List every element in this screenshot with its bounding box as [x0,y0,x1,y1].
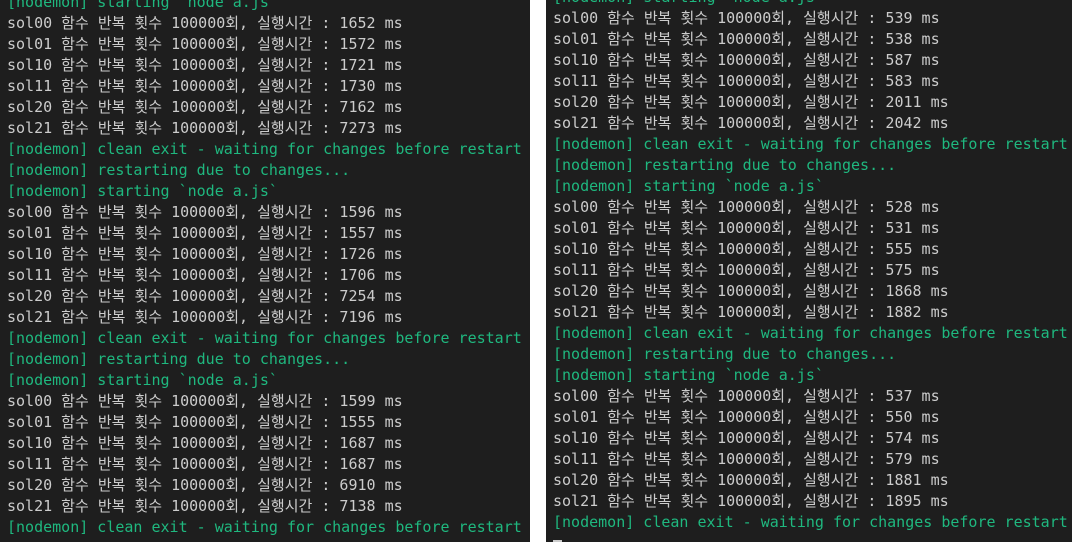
nodemon-restarting-line: [nodemon] restarting due to changes... [553,156,897,174]
output-line: sol00 함수 반복 횟수 100000회, 실행시간 : 1652 ms [7,14,403,32]
output-line: sol10 함수 반복 횟수 100000회, 실행시간 : 1721 ms [7,56,403,74]
nodemon-clean-line: [nodemon] clean exit - waiting for chang… [7,329,522,347]
nodemon-clean-line: [nodemon] clean exit - waiting for chang… [7,140,522,158]
output-line: sol21 함수 반복 횟수 100000회, 실행시간 : 7273 ms [7,119,403,137]
output-line: sol10 함수 반복 횟수 100000회, 실행시간 : 574 ms [553,429,940,447]
output-line: sol01 함수 반복 횟수 100000회, 실행시간 : 1572 ms [7,35,403,53]
output-line: sol20 함수 반복 횟수 100000회, 실행시간 : 1881 ms [553,471,949,489]
output-line: sol11 함수 반복 횟수 100000회, 실행시간 : 575 ms [553,261,940,279]
output-line: sol21 함수 반복 횟수 100000회, 실행시간 : 1882 ms [553,303,949,321]
nodemon-starting-line: [nodemon] starting `node a.js` [553,366,824,384]
output-line: sol01 함수 반복 횟수 100000회, 실행시간 : 531 ms [553,219,940,237]
output-line: sol10 함수 반복 횟수 100000회, 실행시간 : 1687 ms [7,434,403,452]
terminal-left[interactable]: [nodemon] starting `node a.js` sol00 함수 반… [0,0,530,542]
output-line: sol21 함수 반복 횟수 100000회, 실행시간 : 1895 ms [553,492,949,510]
nodemon-restarting-line: [nodemon] restarting due to changes... [7,350,351,368]
output-line: sol11 함수 반복 횟수 100000회, 실행시간 : 1687 ms [7,455,403,473]
output-line: sol01 함수 반복 횟수 100000회, 실행시간 : 1555 ms [7,413,403,431]
output-line: sol11 함수 반복 횟수 100000회, 실행시간 : 1706 ms [7,266,403,284]
output-line: sol10 함수 반복 횟수 100000회, 실행시간 : 1726 ms [7,245,403,263]
nodemon-starting-line: [nodemon] starting `node a.js` [7,371,278,389]
nodemon-restarting-line: [nodemon] restarting due to changes... [553,345,897,363]
screenshot-container: [nodemon] starting `node a.js` sol00 함수 반… [0,0,1072,542]
output-line: sol00 함수 반복 횟수 100000회, 실행시간 : 539 ms [553,9,940,27]
output-line: sol11 함수 반복 횟수 100000회, 실행시간 : 579 ms [553,450,940,468]
output-line: sol20 함수 반복 횟수 100000회, 실행시간 : 7162 ms [7,98,403,116]
output-line: sol00 함수 반복 횟수 100000회, 실행시간 : 1596 ms [7,203,403,221]
nodemon-clean-line: [nodemon] clean exit - waiting for chang… [7,518,522,536]
nodemon-starting-line: [nodemon] starting `node a.js` [553,0,1072,8]
output-line: sol00 함수 반복 횟수 100000회, 실행시간 : 528 ms [553,198,940,216]
nodemon-starting-line: [nodemon] starting `node a.js` [7,0,278,11]
nodemon-restarting-line: [nodemon] restarting due to changes... [7,161,351,179]
terminal-right-output: [nodemon] starting `node a.js`sol00 함수 반… [553,0,1072,533]
terminal-right[interactable]: [nodemon] starting `node a.js`sol00 함수 반… [546,0,1072,542]
output-line: sol01 함수 반복 횟수 100000회, 실행시간 : 538 ms [553,30,940,48]
output-line: sol20 함수 반복 횟수 100000회, 실행시간 : 6910 ms [7,476,403,494]
output-line: sol20 함수 반복 횟수 100000회, 실행시간 : 2011 ms [553,93,949,111]
output-line: sol00 함수 반복 횟수 100000회, 실행시간 : 1599 ms [7,392,403,410]
output-line: sol20 함수 반복 횟수 100000회, 실행시간 : 1868 ms [553,282,949,300]
output-line: sol01 함수 반복 횟수 100000회, 실행시간 : 550 ms [553,408,940,426]
nodemon-starting-line: [nodemon] starting `node a.js` [7,182,278,200]
output-line: sol11 함수 반복 횟수 100000회, 실행시간 : 1730 ms [7,77,403,95]
nodemon-clean-line: [nodemon] clean exit - waiting for chang… [553,513,1068,531]
output-line: sol21 함수 반복 횟수 100000회, 실행시간 : 7138 ms [7,497,403,515]
output-line: sol00 함수 반복 횟수 100000회, 실행시간 : 537 ms [553,387,940,405]
output-line: sol20 함수 반복 횟수 100000회, 실행시간 : 7254 ms [7,287,403,305]
terminal-left-output: [nodemon] starting `node a.js` sol00 함수 반… [7,0,530,538]
output-line: sol10 함수 반복 횟수 100000회, 실행시간 : 587 ms [553,51,940,69]
output-line: sol21 함수 반복 횟수 100000회, 실행시간 : 7196 ms [7,308,403,326]
output-line: sol01 함수 반복 횟수 100000회, 실행시간 : 1557 ms [7,224,403,242]
output-line: sol10 함수 반복 횟수 100000회, 실행시간 : 555 ms [553,240,940,258]
output-line: sol11 함수 반복 횟수 100000회, 실행시간 : 583 ms [553,72,940,90]
output-line: sol21 함수 반복 횟수 100000회, 실행시간 : 2042 ms [553,114,949,132]
nodemon-clean-line: [nodemon] clean exit - waiting for chang… [553,135,1068,153]
nodemon-clean-line: [nodemon] clean exit - waiting for chang… [553,324,1068,342]
nodemon-starting-line: [nodemon] starting `node a.js` [553,177,824,195]
